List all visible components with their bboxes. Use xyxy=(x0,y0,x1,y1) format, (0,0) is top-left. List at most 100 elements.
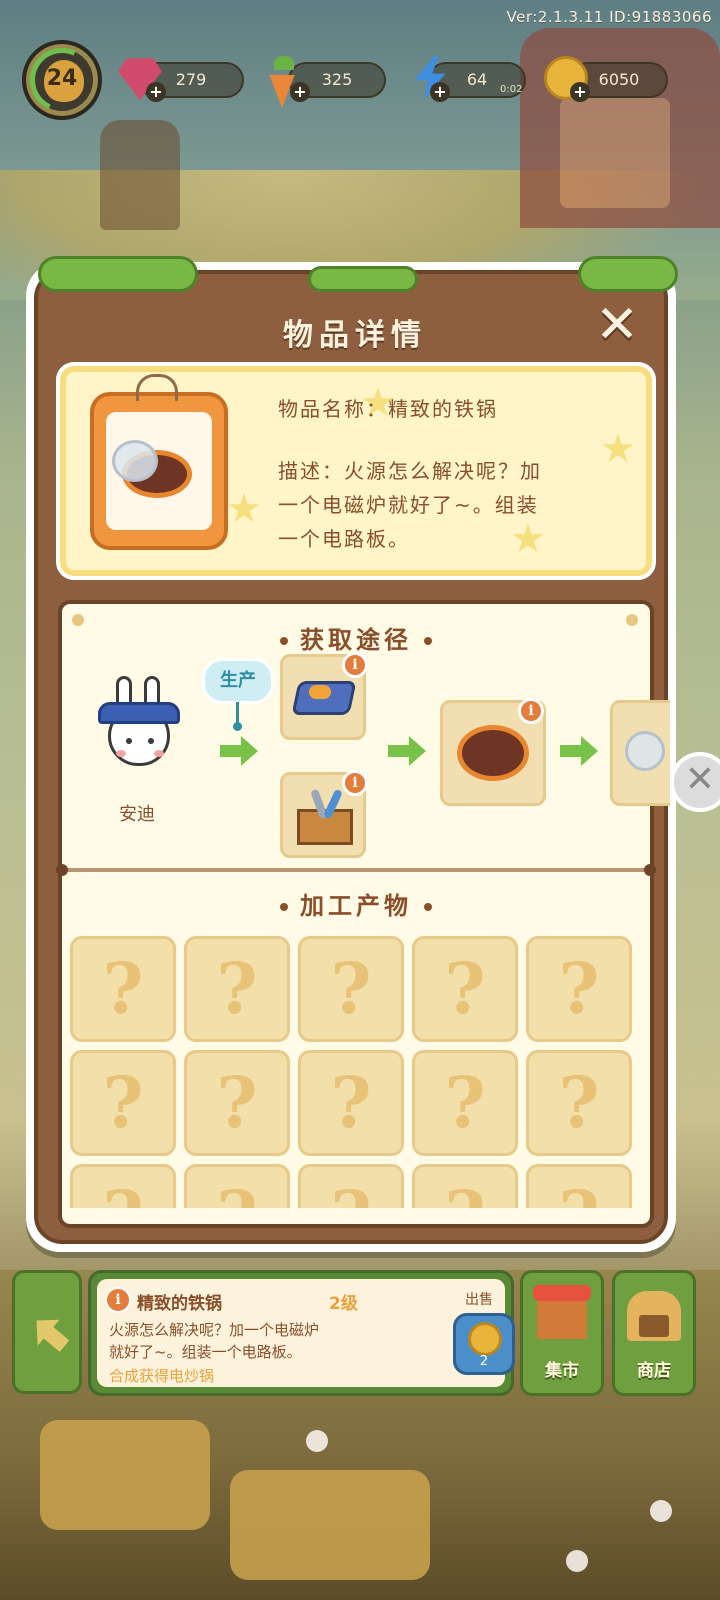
star-decoration: ★ xyxy=(510,516,546,562)
selected-item-desc: 火源怎么解决呢？加一个电磁炉 就好了~。组装一个电路板。 xyxy=(109,1319,379,1363)
processed-products-grid[interactable]: ? ? ? ? ? ? ? ? ? ? ? ? ? ? ? xyxy=(70,936,642,1208)
background-scarecrow xyxy=(100,120,180,230)
bubble-stem xyxy=(233,702,242,731)
item-desc-line: 一个电磁炉就好了~。组装 xyxy=(278,493,539,517)
item-image-frame xyxy=(106,412,212,530)
selected-item-desc-line: 火源怎么解决呢？加一个电磁炉 xyxy=(109,1321,320,1339)
info-icon[interactable]: i xyxy=(105,1287,131,1313)
title-dot xyxy=(424,903,432,911)
energy-timer: 0:02 xyxy=(500,84,523,95)
question-icon[interactable]: ? xyxy=(526,936,632,1042)
rabbit-cheek xyxy=(154,750,164,757)
title-dot xyxy=(280,637,288,645)
close-icon[interactable]: ✕ xyxy=(592,299,642,352)
market-label: 集市 xyxy=(545,1361,579,1381)
selected-item-card: i 精致的铁锅 2级 火源怎么解决呢？加一个电磁炉 就好了~。组装一个电路板。 … xyxy=(88,1270,515,1396)
rabbit-cheek xyxy=(116,750,126,757)
sell-button[interactable]: 2 xyxy=(453,1313,515,1375)
rabbit-eye xyxy=(148,738,154,744)
energy-value: 64 xyxy=(466,70,488,89)
shop-label: 商店 xyxy=(637,1361,671,1381)
question-icon[interactable]: ? xyxy=(70,1050,176,1156)
pan-lid-icon xyxy=(625,731,665,771)
iron-pan-icon xyxy=(457,725,529,781)
merge-hint: 合成获得电炒锅 xyxy=(109,1367,215,1385)
background-flower xyxy=(306,1430,328,1452)
acquire-title-text: 获取途径 xyxy=(300,626,412,654)
carrots-value: 325 xyxy=(321,70,353,89)
question-icon[interactable]: ? xyxy=(526,1164,632,1208)
question-icon[interactable]: ? xyxy=(70,936,176,1042)
item-info-card: ★ ★ ★ ★ 物品名称：精致的铁锅 描述：火源怎么解决呢？加 一个电磁炉就好了… xyxy=(56,362,656,580)
dialog-title: 物品详情 xyxy=(283,318,427,353)
carrot-leaf-icon xyxy=(274,56,294,70)
player-level-badge[interactable]: 24 xyxy=(20,38,104,122)
process-title-text: 加工产物 xyxy=(300,892,412,920)
question-icon[interactable]: ? xyxy=(412,936,518,1042)
question-icon[interactable]: ? xyxy=(298,1164,404,1208)
sell-price: 2 xyxy=(479,1354,489,1369)
star-decoration: ★ xyxy=(226,486,262,532)
question-icon[interactable]: ? xyxy=(184,936,290,1042)
grass-decoration xyxy=(308,266,418,292)
rabbit-eye xyxy=(126,738,132,744)
process-section-title: 加工产物 xyxy=(62,886,650,921)
item-desc-line: 描述：火源怎么解决呢？加 xyxy=(278,459,542,483)
sell-label: 出售 xyxy=(465,1292,493,1308)
background-flower xyxy=(650,1500,672,1522)
selected-item-name: 精致的铁锅 xyxy=(137,1294,222,1314)
add-coins-button[interactable]: + xyxy=(570,82,590,102)
dialog-panel: 物品详情 ✕ ★ ★ ★ ★ 物品名称：精致的铁锅 描述：火源怎么解决呢？加 一… xyxy=(34,256,678,1244)
grass-decoration xyxy=(578,256,678,292)
item-name-line: 物品名称：精致的铁锅 xyxy=(278,397,498,421)
selected-item-level: 2级 xyxy=(329,1294,358,1314)
gems-value: 279 xyxy=(175,70,207,89)
acquisition-card: 获取途径 安迪 生产 i i i 加工产物 ? ? ? ? ? ? ? ? ? … xyxy=(56,600,670,1228)
item-tag xyxy=(90,374,228,550)
version-id-text: Ver:2.1.3.11 ID:91883066 xyxy=(506,8,712,26)
question-icon[interactable]: ? xyxy=(70,1164,176,1208)
coins-value: 6050 xyxy=(598,70,640,89)
title-dot xyxy=(280,903,288,911)
add-gems-button[interactable]: + xyxy=(146,82,166,102)
pan-lid-icon xyxy=(112,440,158,482)
back-arrow-icon xyxy=(25,1309,76,1359)
add-energy-button[interactable]: + xyxy=(430,82,450,102)
add-carrots-button[interactable]: + xyxy=(290,82,310,102)
arrow-right-icon xyxy=(220,736,258,766)
arrow-right-icon xyxy=(388,736,426,766)
background-barn xyxy=(520,28,720,228)
info-icon[interactable]: i xyxy=(342,770,368,796)
question-icon[interactable]: ? xyxy=(298,936,404,1042)
grass-decoration xyxy=(38,256,198,292)
selected-item-panel: i 精致的铁锅 2级 火源怎么解决呢？加一个电磁炉 就好了~。组装一个电路板。 … xyxy=(97,1279,515,1387)
result-slot-next-item[interactable] xyxy=(610,700,670,806)
rabbit-hat xyxy=(98,702,180,724)
acquire-section-title: 获取途径 xyxy=(62,620,650,655)
item-desc-line: 一个电路板。 xyxy=(278,527,410,551)
market-button[interactable]: 集市 xyxy=(520,1270,604,1396)
star-decoration: ★ xyxy=(600,426,636,472)
npc-andy-avatar[interactable] xyxy=(86,676,188,776)
player-level: 24 xyxy=(46,66,78,91)
item-detail-dialog: 物品详情 ✕ ★ ★ ★ ★ 物品名称：精致的铁锅 描述：火源怎么解决呢？加 一… xyxy=(26,256,678,1252)
npc-name: 安迪 xyxy=(119,804,155,825)
produce-bubble: 生产 xyxy=(202,658,274,704)
section-divider xyxy=(56,864,656,876)
question-icon[interactable]: ? xyxy=(412,1164,518,1208)
question-icon[interactable]: ? xyxy=(184,1164,290,1208)
side-close-icon[interactable]: ✕ xyxy=(670,752,720,812)
coin-icon xyxy=(468,1322,502,1356)
back-button[interactable] xyxy=(12,1270,82,1394)
shop-button[interactable]: 商店 xyxy=(612,1270,696,1396)
info-icon[interactable]: i xyxy=(518,698,544,724)
background-flower xyxy=(566,1550,588,1572)
market-icon xyxy=(533,1285,591,1339)
arrow-right-icon xyxy=(560,736,598,766)
question-icon[interactable]: ? xyxy=(412,1050,518,1156)
question-icon[interactable]: ? xyxy=(526,1050,632,1156)
selected-item-desc-line: 就好了~。组装一个电路板。 xyxy=(109,1343,302,1361)
question-icon[interactable]: ? xyxy=(184,1050,290,1156)
question-icon[interactable]: ? xyxy=(298,1050,404,1156)
info-icon[interactable]: i xyxy=(342,652,368,678)
